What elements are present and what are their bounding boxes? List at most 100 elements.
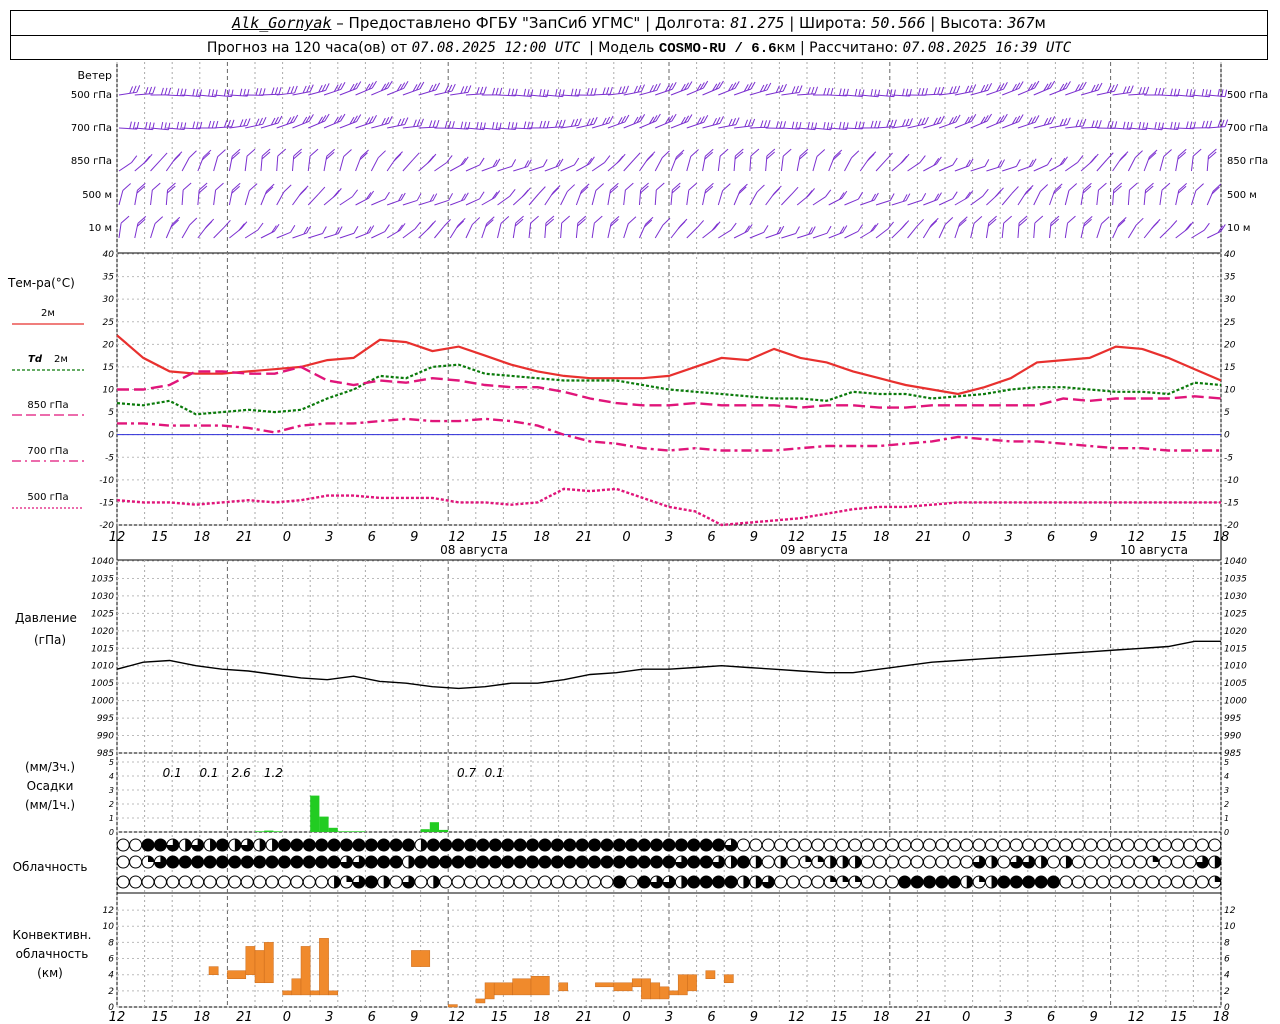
wind-barb-shaft	[1159, 94, 1178, 97]
wind-barb-shaft	[307, 193, 319, 206]
precip-bar	[328, 827, 338, 832]
wind-level-label-left: 500 м	[82, 190, 112, 201]
press-y-tick-right: 1040	[1224, 557, 1247, 567]
cloud-fill	[148, 856, 155, 862]
cloud-circle	[178, 875, 192, 889]
wind-barb-flag	[1114, 121, 1118, 129]
wind-barb-flag	[1221, 119, 1225, 128]
wind-barb-flag	[211, 89, 215, 97]
wind-barb-flag	[1205, 89, 1208, 97]
wind-barb-flag	[340, 113, 346, 122]
precip-unit-1h: (мм/1ч.)	[25, 798, 75, 812]
conv-x-tick: 15	[491, 1010, 508, 1024]
wind-barb-flag	[387, 80, 393, 89]
conv-x-tick: 15	[151, 1010, 168, 1024]
cloud-circle	[1171, 875, 1185, 889]
wind-barb-flag	[1187, 221, 1194, 230]
wind-barb-flag	[189, 217, 198, 226]
wind-barb-flag	[1129, 182, 1138, 191]
cloud-circle	[290, 875, 304, 889]
wind-barb-flag	[633, 85, 638, 94]
wind-barb-flag	[973, 216, 983, 224]
wind-barb-flag	[211, 120, 215, 129]
wind-barb-shaft	[371, 122, 389, 129]
wind-barb-flag	[249, 183, 258, 191]
wind-barb-flag	[661, 150, 670, 159]
conv-x-tick: 3	[665, 1010, 673, 1024]
wind-barb-flag	[353, 225, 359, 234]
cloud-fill	[1041, 856, 1048, 868]
wind-barb-shaft	[654, 157, 663, 172]
wind-barb-flag	[555, 88, 558, 97]
wind-barb-flag	[1101, 216, 1110, 225]
wind-barb-shaft	[371, 231, 386, 239]
cloud-fill	[328, 856, 341, 868]
cloud-fill	[855, 876, 862, 882]
wind-level-label-right: 500 гПа	[1227, 90, 1268, 101]
precip-3h-label: 0.1	[163, 766, 182, 780]
wind-barb-flag	[491, 121, 495, 130]
wind-barb-flag	[1059, 118, 1064, 127]
wind-barb-flag	[1161, 87, 1165, 96]
wind-barb-flag	[154, 216, 164, 225]
wind-barb-flag	[570, 119, 575, 127]
wind-barb-flag	[435, 82, 441, 91]
wind-barb-shaft	[1080, 89, 1099, 96]
wind-barb-flag	[1163, 149, 1172, 157]
wind-barb-flag	[602, 87, 606, 95]
wind-barb-shaft	[323, 233, 339, 239]
wind-barb-flag	[182, 182, 192, 191]
cloud-fill	[526, 839, 539, 851]
conv-y-tick-right: 12	[1224, 906, 1236, 916]
cloud-fill	[452, 856, 465, 868]
wind-barb-flag	[987, 83, 993, 91]
wind-barb-flag	[558, 89, 562, 97]
wind-barb-shaft	[623, 223, 629, 239]
wind-barb-flag	[262, 88, 266, 96]
wind-barb-flag	[324, 113, 330, 122]
wind-barb-flag	[1018, 81, 1024, 89]
wind-barb-flag	[595, 183, 605, 191]
precip-bar	[347, 831, 357, 832]
press-y-tick-right: 1015	[1224, 644, 1247, 654]
wind-barb-shaft	[749, 191, 758, 206]
wind-barb-flag	[1142, 122, 1145, 130]
wind-barb-flag	[900, 155, 908, 164]
press-y-tick-right: 1010	[1224, 662, 1247, 672]
wind-barb-shaft	[402, 88, 421, 96]
wind-barb-flag	[645, 153, 654, 162]
cloud-fill	[464, 856, 477, 868]
wind-barb-flag	[1157, 122, 1161, 130]
cloud-fill	[687, 839, 700, 851]
wind-barb-shaft	[686, 121, 704, 129]
cloud-fill	[1022, 876, 1035, 888]
wind-barb-flag	[1138, 121, 1142, 130]
press-y-tick-right: 990	[1224, 732, 1241, 742]
cloud-circle	[997, 838, 1011, 852]
wind-barb-flag	[842, 225, 848, 233]
wind-barb-flag	[542, 159, 548, 167]
conv-y-tick-left: 8	[108, 938, 114, 948]
wind-barb-flag	[463, 192, 469, 200]
press-y-tick-left: 1000	[91, 697, 114, 707]
wind-barb-flag	[858, 89, 861, 97]
temp-title: Тем-ра(°C)	[7, 276, 75, 290]
wind-barb-shaft	[1127, 157, 1136, 172]
wind-barb-shaft	[402, 125, 421, 129]
wind-barb-flag	[735, 117, 740, 125]
temp-y-tick-left: 5	[108, 408, 114, 418]
cloud-circle	[1084, 875, 1098, 889]
cloud-circle	[302, 875, 316, 889]
wind-barb-shaft	[986, 88, 1004, 96]
wind-barb-flag	[511, 159, 517, 167]
wind-barb-shaft	[844, 198, 859, 206]
wind-barb-flag	[171, 216, 181, 225]
cloud-fill	[687, 856, 700, 868]
wind-barb-flag	[318, 186, 326, 195]
wind-barb-shaft	[1017, 87, 1035, 96]
wind-barb-shaft	[386, 87, 405, 96]
cloud-fill	[489, 856, 502, 868]
wind-barb-shaft	[828, 94, 847, 97]
cloud-circle	[1146, 875, 1160, 889]
temp-y-tick-right: 35	[1224, 273, 1236, 283]
